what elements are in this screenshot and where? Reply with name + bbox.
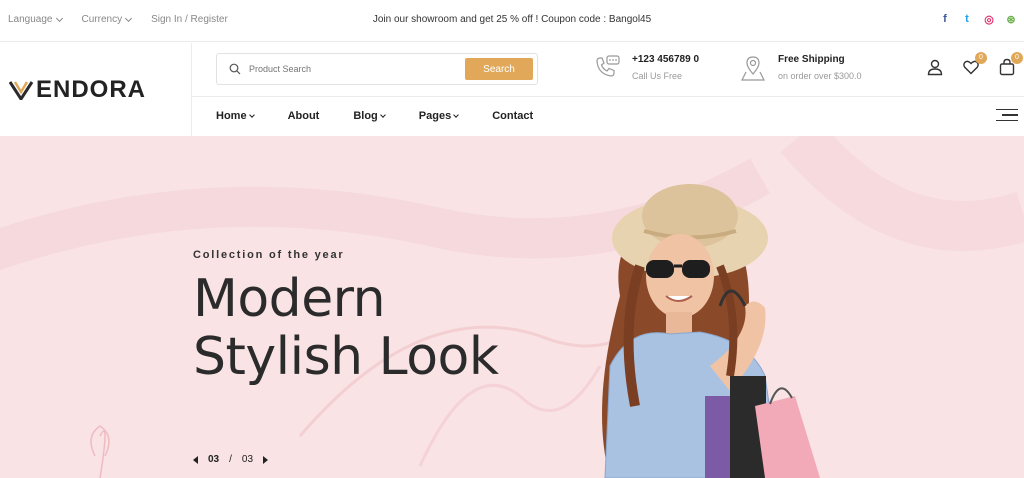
chevron-down-icon (453, 111, 460, 118)
search-button[interactable]: Search (465, 58, 533, 80)
site-logo[interactable]: ENDORA (9, 76, 146, 104)
hero-title-line2: Stylish Look (193, 327, 499, 387)
search-bar: Search (216, 53, 538, 85)
hero-banner: Collection of the year Modern Stylish Lo… (0, 136, 1024, 478)
search-input[interactable] (249, 60, 449, 78)
phone-icon (596, 55, 620, 77)
nav-item-contact[interactable]: Contact (492, 110, 533, 122)
hero-eyebrow: Collection of the year (193, 249, 345, 261)
nav-item-blog[interactable]: Blog (353, 110, 386, 122)
chevron-down-icon (379, 111, 386, 118)
nav-item-label: Blog (353, 110, 378, 122)
wishlist-button[interactable]: 0 (962, 52, 987, 76)
shipping-info: Free Shipping on order over $300.0 (738, 53, 862, 83)
twitter-icon[interactable]: t (962, 13, 972, 26)
logo-area: ENDORA (0, 43, 192, 136)
nav-menu: Home About Blog Pages Contact (216, 110, 533, 122)
contact-info: +123 456789 0 Call Us Free (592, 53, 699, 83)
nav-item-pages[interactable]: Pages (418, 110, 460, 122)
promo-text: Join our showroom and get 25 % off ! Cou… (372, 14, 652, 25)
search-icon (229, 63, 241, 75)
nav-item-about[interactable]: About (288, 110, 320, 122)
top-bar: Language Currency Sign In / Register Joi… (0, 0, 1024, 42)
hamburger-line (996, 109, 1018, 111)
hamburger-line (996, 119, 1018, 122)
nav-item-label: Contact (492, 110, 534, 122)
header-actions: 0 0 (926, 52, 1023, 76)
nav-item-label: Pages (418, 110, 452, 122)
hero-title-line1: Modern (193, 269, 386, 329)
user-icon (927, 59, 943, 76)
account-button[interactable] (926, 58, 944, 76)
total-slides-number: 03 (241, 454, 254, 465)
current-slide-number: 03 (208, 454, 220, 465)
wishlist-count-badge: 0 (975, 52, 987, 64)
nav-item-label: About (287, 110, 320, 122)
social-links: f t ◎ ⊛ (940, 13, 1016, 26)
background-brush-strokes (0, 136, 1024, 478)
model-illustration (602, 184, 820, 478)
phone-subtext: Call Us Free (632, 71, 683, 81)
free-shipping-subtext: on order over $300.0 (778, 71, 862, 81)
location-pin-icon (741, 56, 765, 81)
phone-number[interactable]: +123 456789 0 (632, 54, 699, 65)
chevron-down-icon (248, 111, 255, 118)
facebook-icon[interactable]: f (940, 13, 950, 26)
hamburger-line (1002, 114, 1018, 116)
cart-count-badge: 0 (1011, 52, 1023, 64)
pager-separator: / (229, 454, 232, 465)
dribbble-icon[interactable]: ⊛ (1006, 13, 1016, 26)
logo-text: ENDORA (36, 76, 147, 103)
cart-button[interactable]: 0 (998, 52, 1023, 76)
nav-item-home[interactable]: Home (216, 110, 255, 122)
hero-title: Modern Stylish Look (193, 269, 499, 387)
nav-item-label: Home (216, 110, 247, 122)
free-shipping-title: Free Shipping (778, 54, 845, 65)
previous-slide-icon[interactable] (193, 455, 198, 464)
header: Search +123 456789 0 Call Us Free Free S… (192, 43, 1024, 97)
hamburger-menu-icon[interactable] (996, 109, 1018, 125)
next-slide-icon[interactable] (263, 455, 269, 464)
main-nav: Home About Blog Pages Contact (192, 97, 1024, 136)
slider-pager: 03 / 03 (193, 454, 269, 465)
instagram-icon[interactable]: ◎ (984, 13, 994, 26)
logo-v-mark-icon (9, 81, 34, 100)
